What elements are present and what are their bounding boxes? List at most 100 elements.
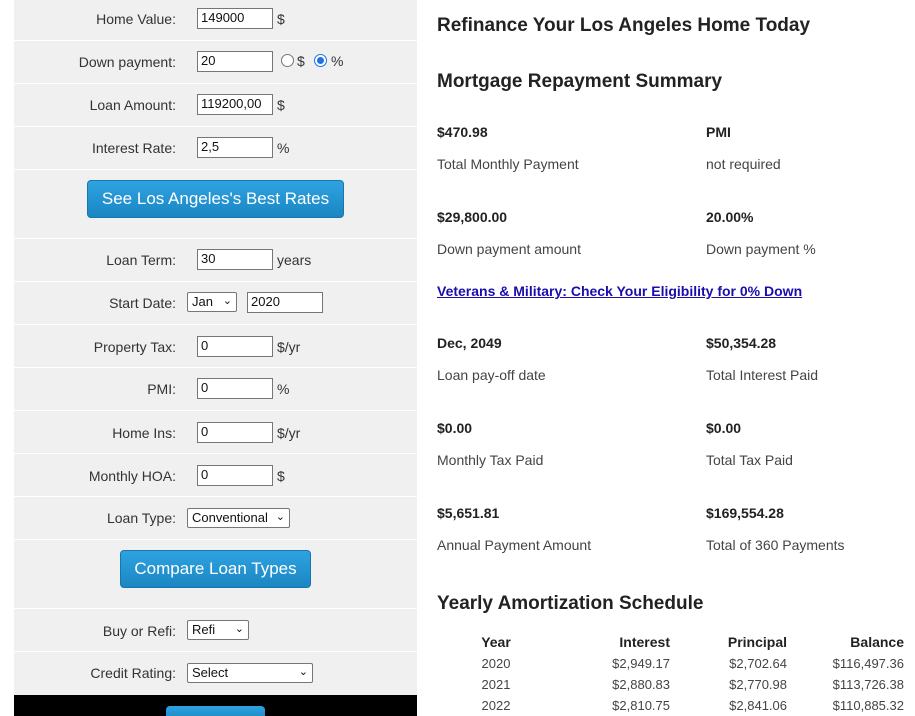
monthly-tax-label: Monthly Tax Paid bbox=[437, 452, 544, 468]
total-payments-value: $169,554.28 bbox=[706, 505, 784, 521]
see-best-rates-button[interactable]: See Los Angeles's Best Rates bbox=[87, 180, 344, 218]
total-tax-label: Total Tax Paid bbox=[706, 452, 793, 468]
home-value-unit: $ bbox=[277, 11, 285, 27]
home-ins-input[interactable]: 0 bbox=[197, 422, 273, 443]
loan-amount-unit: $ bbox=[277, 97, 285, 113]
property-tax-input[interactable]: 0 bbox=[197, 336, 273, 357]
loan-term-row: Loan Term: 30 years bbox=[14, 239, 417, 282]
loan-type-select[interactable]: Conventional ⌄ bbox=[187, 508, 290, 528]
down-payment-amount-label: Down payment amount bbox=[437, 241, 581, 257]
down-payment-row: Down payment: 20 $ % bbox=[14, 41, 417, 84]
down-payment-dollar-label: $ bbox=[297, 53, 305, 69]
table-row-principal: $2,702.64 bbox=[729, 656, 787, 671]
amortization-title: Yearly Amortization Schedule bbox=[437, 593, 704, 614]
credit-rating-value: Select bbox=[192, 665, 229, 680]
loan-term-unit: years bbox=[277, 252, 312, 268]
loan-amount-label: Loan Amount: bbox=[89, 97, 176, 113]
buy-or-refi-row: Buy or Refi: Refi ⌄ bbox=[14, 609, 417, 652]
property-tax-row: Property Tax: 0 $/yr bbox=[14, 325, 417, 368]
home-value-row: Home Value: 149000 $ bbox=[14, 0, 417, 41]
down-payment-percent-radio[interactable] bbox=[314, 54, 327, 67]
down-payment-amount-value: $29,800.00 bbox=[437, 209, 508, 225]
compare-loan-types-button[interactable]: Compare Loan Types bbox=[120, 550, 311, 588]
compare-row: Compare Loan Types bbox=[14, 540, 417, 609]
down-payment-percent-value: 20.00% bbox=[706, 209, 754, 225]
calculate-button[interactable] bbox=[166, 706, 265, 716]
start-date-label: Start Date: bbox=[109, 295, 176, 311]
total-monthly-payment-value: $470.98 bbox=[437, 124, 488, 140]
down-payment-percent-label: % bbox=[331, 53, 344, 69]
loan-amount-row: Loan Amount: 119200,00 $ bbox=[14, 84, 417, 127]
monthly-tax-value: $0.00 bbox=[437, 420, 473, 436]
total-tax-value: $0.00 bbox=[706, 420, 742, 436]
loan-amount-input[interactable]: 119200,00 bbox=[197, 94, 273, 115]
credit-rating-row: Credit Rating: Select ⌄ bbox=[14, 652, 417, 695]
property-tax-unit: $/yr bbox=[277, 339, 301, 355]
mortgage-form: Home Value: 149000 $ Down payment: 20 $ … bbox=[14, 0, 417, 716]
pmi-row: PMI: 0 % bbox=[14, 368, 417, 411]
total-payments-label: Total of 360 Payments bbox=[706, 537, 845, 553]
annual-payment-label: Annual Payment Amount bbox=[437, 537, 592, 553]
home-value-label: Home Value: bbox=[96, 11, 176, 27]
veterans-eligibility-link[interactable]: Veterans & Military: Check Your Eligibil… bbox=[437, 283, 802, 299]
pmi-unit: % bbox=[277, 381, 290, 397]
best-rates-row: See Los Angeles's Best Rates bbox=[14, 170, 417, 239]
pmi-label: PMI: bbox=[147, 381, 176, 397]
loan-term-input[interactable]: 30 bbox=[197, 249, 273, 270]
chevron-down-icon: ⌄ bbox=[234, 623, 244, 635]
pmi-input[interactable]: 0 bbox=[197, 378, 273, 399]
start-year-input[interactable]: 2020 bbox=[247, 292, 323, 313]
home-ins-unit: $/yr bbox=[277, 425, 301, 441]
monthly-hoa-label: Monthly HOA: bbox=[88, 468, 176, 484]
down-payment-percent-label: Down payment % bbox=[706, 241, 816, 257]
total-monthly-payment-label: Total Monthly Payment bbox=[437, 156, 579, 172]
monthly-hoa-unit: $ bbox=[277, 468, 285, 484]
buy-or-refi-value: Refi bbox=[192, 622, 216, 637]
table-row-balance: $113,726.38 bbox=[832, 677, 904, 692]
buy-or-refi-select[interactable]: Refi ⌄ bbox=[187, 620, 249, 640]
table-row-balance: $110,885.32 bbox=[832, 698, 904, 713]
chevron-down-icon: ⌄ bbox=[275, 511, 285, 523]
table-row-year: 2021 bbox=[481, 677, 511, 692]
table-row-balance: $116,497.36 bbox=[832, 656, 904, 671]
start-date-row: Start Date: Jan ⌄ 2020 bbox=[14, 282, 417, 325]
down-payment-label: Down payment: bbox=[78, 54, 176, 70]
table-row-interest: $2,949.17 bbox=[612, 656, 670, 671]
table-row-principal: $2,770.98 bbox=[729, 677, 787, 692]
buy-or-refi-label: Buy or Refi: bbox=[102, 623, 176, 639]
table-row-principal: $2,841.06 bbox=[729, 698, 787, 713]
property-tax-label: Property Tax: bbox=[93, 339, 176, 355]
home-ins-label: Home Ins: bbox=[112, 425, 176, 441]
table-row-year: 2020 bbox=[481, 656, 511, 671]
total-interest-value: $50,354.28 bbox=[706, 335, 777, 351]
loan-type-row: Loan Type: Conventional ⌄ bbox=[14, 497, 417, 540]
pmi-summary-label: not required bbox=[706, 156, 781, 172]
column-header-interest: Interest bbox=[619, 634, 670, 650]
home-ins-row: Home Ins: 0 $/yr bbox=[14, 411, 417, 454]
home-value-input[interactable]: 149000 bbox=[197, 8, 273, 29]
pmi-summary-value: PMI bbox=[706, 124, 731, 140]
interest-rate-input[interactable]: 2,5 bbox=[197, 137, 273, 158]
summary-title: Mortgage Repayment Summary bbox=[437, 71, 723, 92]
payoff-date-value: Dec, 2049 bbox=[437, 335, 502, 351]
credit-rating-label: Credit Rating: bbox=[90, 665, 176, 681]
monthly-hoa-row: Monthly HOA: 0 $ bbox=[14, 454, 417, 497]
column-header-balance: Balance bbox=[850, 634, 904, 650]
chevron-down-icon: ⌄ bbox=[298, 666, 308, 678]
interest-rate-label: Interest Rate: bbox=[91, 140, 176, 156]
annual-payment-value: $5,651.81 bbox=[437, 505, 500, 521]
monthly-hoa-input[interactable]: 0 bbox=[197, 465, 273, 486]
table-row-interest: $2,810.75 bbox=[612, 698, 670, 713]
loan-type-value: Conventional bbox=[192, 510, 268, 525]
table-row-interest: $2,880.83 bbox=[612, 677, 670, 692]
credit-rating-select[interactable]: Select ⌄ bbox=[187, 663, 313, 683]
interest-rate-row: Interest Rate: 2,5 % bbox=[14, 127, 417, 170]
down-payment-input[interactable]: 20 bbox=[197, 51, 273, 72]
interest-rate-unit: % bbox=[277, 140, 290, 156]
column-header-year: Year bbox=[481, 634, 511, 650]
loan-type-label: Loan Type: bbox=[106, 510, 176, 526]
chevron-down-icon: ⌄ bbox=[222, 295, 232, 307]
table-row-year: 2022 bbox=[481, 698, 511, 713]
down-payment-dollar-radio[interactable] bbox=[281, 54, 294, 67]
start-month-select[interactable]: Jan ⌄ bbox=[187, 292, 237, 312]
